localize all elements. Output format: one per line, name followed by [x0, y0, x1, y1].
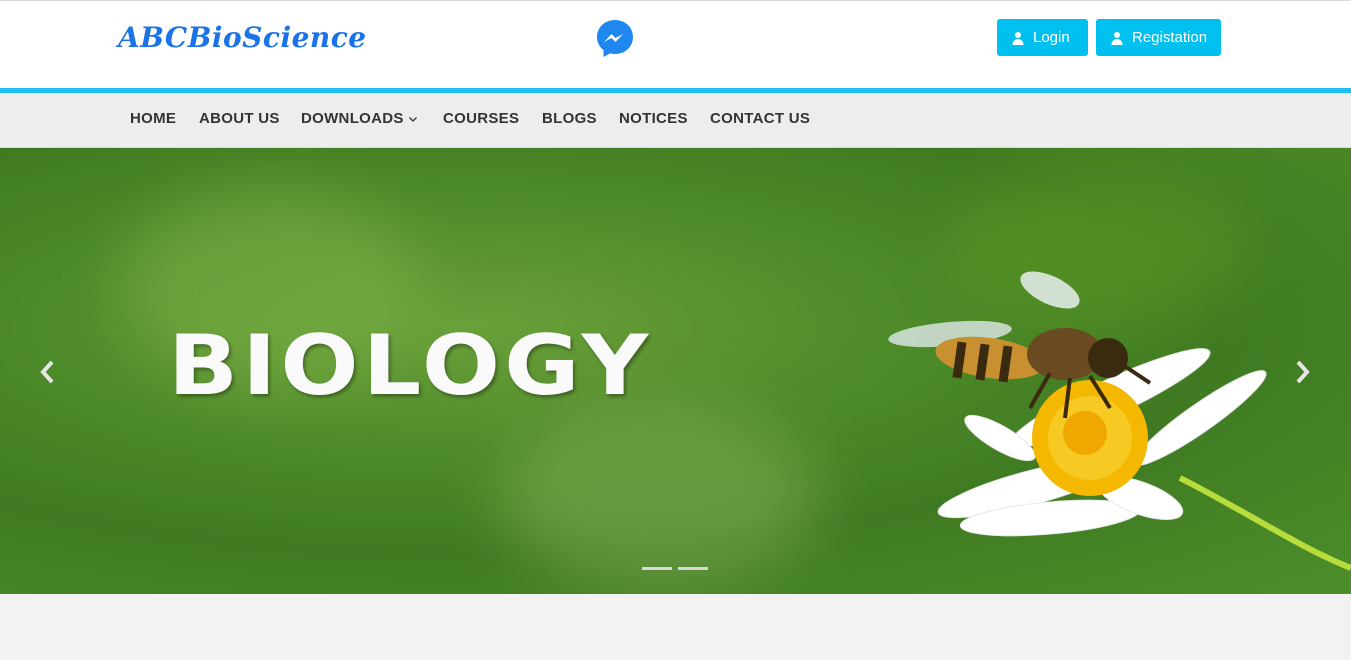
- nav-item-contact-us[interactable]: CONTACT US: [710, 110, 810, 127]
- user-icon: [1012, 31, 1024, 45]
- nav-item-blogs[interactable]: BLOGS: [542, 110, 597, 127]
- top-header: ABCBioScience Login Registation: [0, 0, 1351, 88]
- site-logo[interactable]: ABCBioScience: [118, 21, 367, 54]
- hero-carousel[interactable]: BIOLOGY: [0, 148, 1351, 594]
- nav-item-label: CONTACT US: [710, 110, 811, 127]
- nav-item-courses[interactable]: COURSES: [443, 110, 519, 127]
- nav-item-label: BLOGS: [542, 110, 597, 127]
- nav-item-label: COURSES: [443, 110, 520, 127]
- registration-button[interactable]: Registation: [1096, 19, 1221, 56]
- nav-item-label: ABOUT US: [199, 110, 280, 127]
- carousel-indicator-1[interactable]: [642, 567, 672, 570]
- user-icon: [1111, 31, 1123, 45]
- bee-on-flower-image: [888, 271, 1351, 571]
- registration-label: Registation: [1132, 29, 1208, 46]
- login-label: Login: [1033, 29, 1070, 46]
- nav-item-downloads[interactable]: DOWNLOADS: [301, 110, 418, 127]
- main-nav: HOME ABOUT US DOWNLOADS COURSES BLOGS NO…: [0, 93, 1351, 148]
- nav-item-label: NOTICES: [619, 110, 688, 127]
- carousel-indicators: [642, 567, 708, 570]
- nav-item-label: DOWNLOADS: [301, 110, 404, 127]
- background-bokeh: [500, 408, 820, 588]
- carousel-next-icon[interactable]: [1290, 358, 1314, 386]
- slide-title: BIOLOGY: [168, 317, 653, 414]
- nav-item-notices[interactable]: NOTICES: [619, 110, 688, 127]
- carousel-prev-icon[interactable]: [36, 358, 60, 386]
- nav-item-home[interactable]: HOME: [130, 110, 176, 127]
- login-button[interactable]: Login: [997, 19, 1088, 56]
- carousel-indicator-2[interactable]: [678, 567, 708, 570]
- content-area: [0, 594, 1351, 660]
- chevron-down-icon: [408, 116, 417, 122]
- nav-item-about-us[interactable]: ABOUT US: [199, 110, 280, 127]
- messenger-icon[interactable]: [595, 18, 635, 58]
- nav-item-label: HOME: [130, 110, 177, 127]
